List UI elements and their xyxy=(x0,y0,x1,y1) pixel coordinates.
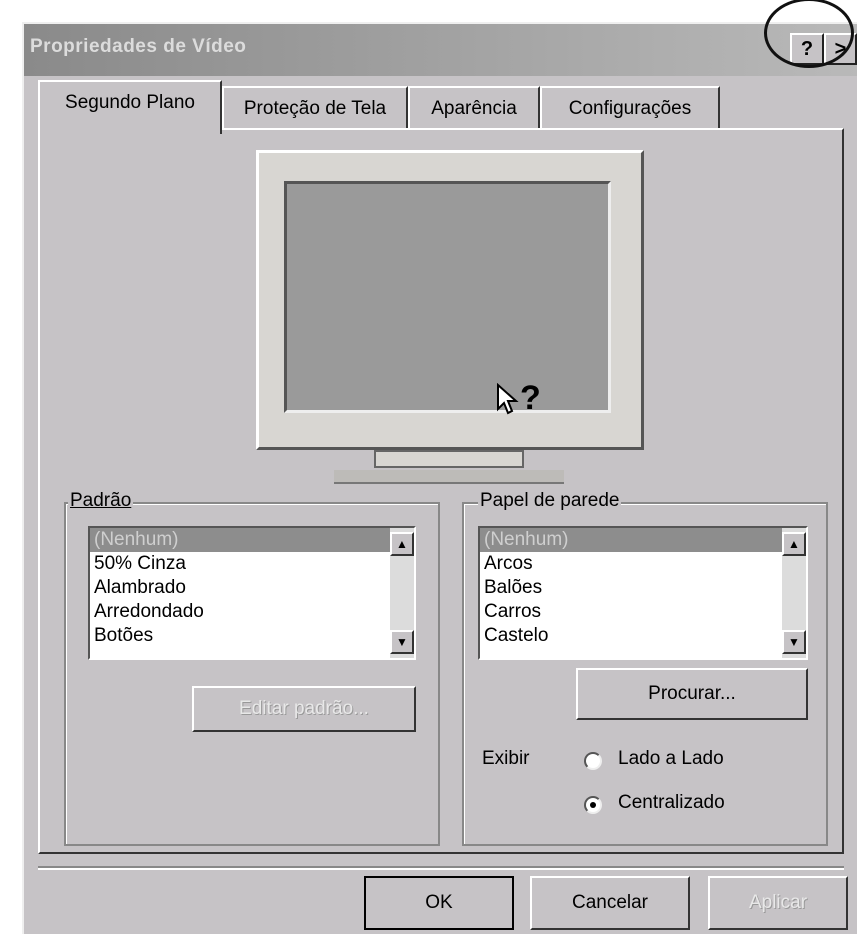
list-item[interactable]: Carros xyxy=(480,600,806,624)
scroll-down-icon[interactable]: ▼ xyxy=(782,630,806,654)
center-radio[interactable] xyxy=(584,796,602,814)
list-item[interactable]: Arcos xyxy=(480,552,806,576)
tile-option-label[interactable]: Lado a Lado xyxy=(618,748,724,770)
tab-aparencia[interactable]: Aparência xyxy=(408,86,540,130)
help-cursor-icon: ? xyxy=(496,379,541,418)
scroll-up-icon[interactable]: ▲ xyxy=(390,532,414,556)
window-title: Propriedades de Vídeo xyxy=(30,36,247,57)
tab-protecao-de-tela[interactable]: Proteção de Tela xyxy=(222,86,408,130)
list-item[interactable]: Botões xyxy=(90,624,414,648)
title-bar[interactable]: Propriedades de Vídeo ? > xyxy=(24,24,857,76)
list-item[interactable]: Castelo xyxy=(480,624,806,648)
list-item[interactable]: Arredondado xyxy=(90,600,414,624)
monitor-neck xyxy=(374,450,524,468)
display-properties-dialog: Propriedades de Vídeo ? > Segundo Plano … xyxy=(22,22,857,934)
tab-segundo-plano[interactable]: Segundo Plano xyxy=(38,80,222,134)
scroll-up-icon[interactable]: ▲ xyxy=(782,532,806,556)
pattern-group-label: Padrão xyxy=(68,490,134,512)
ok-button[interactable]: OK xyxy=(364,876,514,930)
scroll-down-icon[interactable]: ▼ xyxy=(390,630,414,654)
cancel-button[interactable]: Cancelar xyxy=(530,876,690,930)
list-item[interactable]: (Nenhum) xyxy=(90,528,414,552)
list-item[interactable]: Balões xyxy=(480,576,806,600)
wallpaper-group-label: Papel de parede xyxy=(478,490,622,512)
pattern-list[interactable]: (Nenhum) 50% Cinza Alambrado Arredondado… xyxy=(88,526,416,660)
apply-button[interactable]: Aplicar xyxy=(708,876,848,930)
wallpaper-list[interactable]: (Nenhum) Arcos Balões Carros Castelo ▲ ▼ xyxy=(478,526,808,660)
list-item[interactable]: 50% Cinza xyxy=(90,552,414,576)
center-option-label[interactable]: Centralizado xyxy=(618,792,725,814)
edit-pattern-button[interactable]: Editar padrão... xyxy=(192,686,416,732)
scrollbar[interactable]: ▲ ▼ xyxy=(390,528,414,658)
list-item[interactable]: Alambrado xyxy=(90,576,414,600)
scrollbar[interactable]: ▲ ▼ xyxy=(782,528,806,658)
tile-radio[interactable] xyxy=(584,752,602,770)
monitor-preview xyxy=(256,150,644,450)
display-label: Exibir xyxy=(482,748,530,769)
monitor-base xyxy=(334,470,564,484)
preview-screen xyxy=(284,181,611,413)
highlight-circle xyxy=(764,0,854,68)
footer-divider xyxy=(38,866,844,870)
cursor-question-mark: ? xyxy=(520,379,541,417)
tab-configuracoes[interactable]: Configurações xyxy=(540,86,720,130)
list-item[interactable]: (Nenhum) xyxy=(480,528,806,552)
browse-button[interactable]: Procurar... xyxy=(576,668,808,720)
